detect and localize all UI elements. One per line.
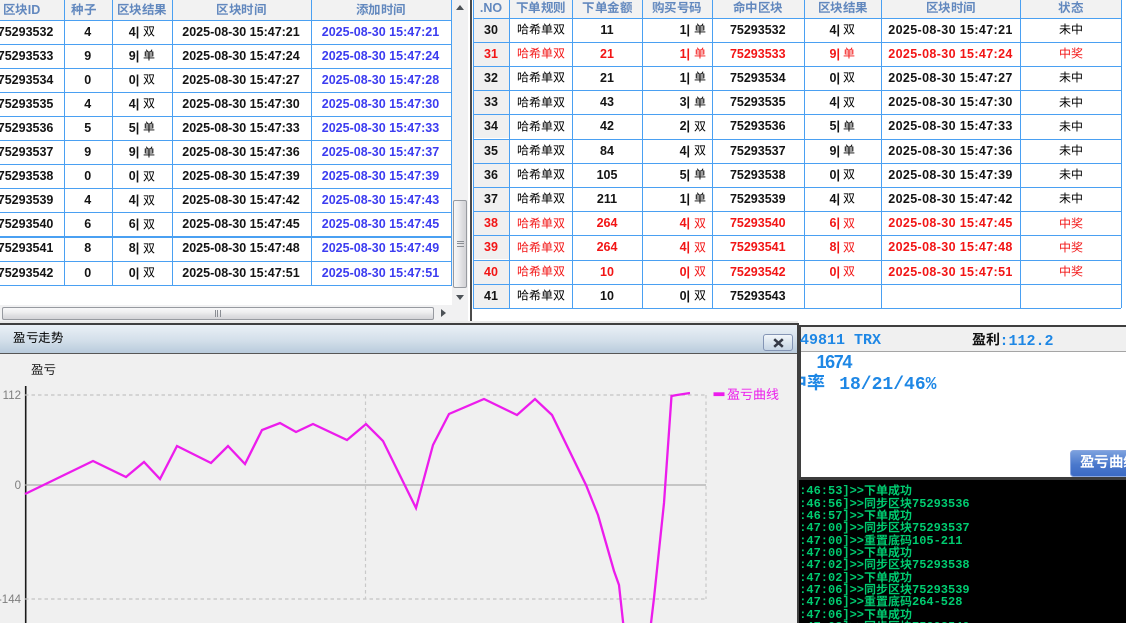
svg-text:-144: -144 <box>0 594 22 606</box>
svg-text:0: 0 <box>15 480 21 492</box>
svg-text:112: 112 <box>3 390 21 402</box>
